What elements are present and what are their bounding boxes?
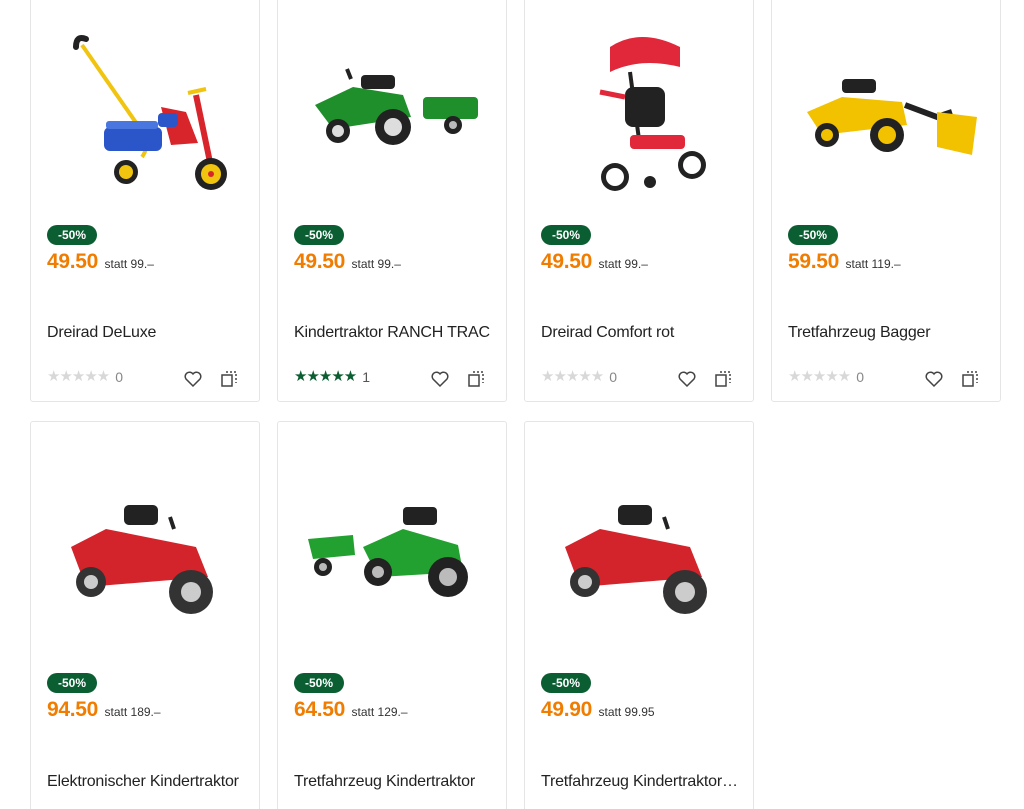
discount-badge: -50% <box>788 225 839 245</box>
product-image[interactable] <box>525 0 753 219</box>
rating-count: 1 <box>362 369 371 385</box>
old-price: statt 99.– <box>104 257 154 271</box>
product-image[interactable] <box>31 0 259 219</box>
discount-badge: -50% <box>541 673 592 693</box>
discount-badge: -50% <box>47 225 98 245</box>
old-price: statt 99.– <box>598 257 648 271</box>
product-card[interactable]: -50% 49.50 statt 99.– Dreirad DeLuxe ★★★… <box>30 0 260 402</box>
heart-icon[interactable] <box>183 369 203 389</box>
product-grid: -50% 49.50 statt 99.– Dreirad DeLuxe ★★★… <box>30 0 1002 809</box>
heart-icon[interactable] <box>677 369 697 389</box>
old-price: statt 129.– <box>351 705 408 719</box>
rating-count: 0 <box>115 369 124 385</box>
old-price: statt 189.– <box>104 705 161 719</box>
product-card[interactable]: -50% 94.50 statt 189.– Elektronischer Ki… <box>30 421 260 809</box>
product-card[interactable]: -50% 49.50 statt 99.– Dreirad Comfort ro… <box>524 0 754 402</box>
tractor-image <box>565 505 707 614</box>
product-title[interactable]: Tretfahrzeug Bagger <box>788 324 988 342</box>
rating[interactable]: ★★★★★ 0 <box>47 368 124 386</box>
product-card[interactable]: -50% 64.50 statt 129.– Tretfahrzeug Kind… <box>277 421 507 809</box>
product-card[interactable]: -50% 49.90 statt 99.95 Tretfahrzeug Kind… <box>524 421 754 809</box>
product-card[interactable]: -50% 49.50 statt 99.– Kindertraktor RANC… <box>277 0 507 402</box>
discount-badge: -50% <box>294 225 345 245</box>
product-image[interactable] <box>525 422 753 669</box>
discount-badge: -50% <box>541 225 592 245</box>
product-title[interactable]: Tretfahrzeug Kindertraktor rot <box>541 773 741 791</box>
price-line: 49.90 statt 99.95 <box>541 698 655 722</box>
compare-icon[interactable] <box>466 369 486 389</box>
product-image[interactable] <box>278 422 506 669</box>
star-icon: ★★★★★ <box>47 368 110 385</box>
price: 49.50 <box>294 250 346 273</box>
product-title[interactable]: Elektronischer Kindertraktor <box>47 773 247 791</box>
price-line: 49.50 statt 99.– <box>294 250 401 274</box>
tricycle-image <box>73 35 227 190</box>
price-line: 49.50 statt 99.– <box>47 250 154 274</box>
old-price: statt 99.– <box>351 257 401 271</box>
price: 49.50 <box>541 250 593 273</box>
product-image[interactable] <box>278 0 506 219</box>
price: 49.50 <box>47 250 99 273</box>
rating[interactable]: ★★★★★ 0 <box>541 368 618 386</box>
product-title[interactable]: Dreirad Comfort rot <box>541 324 741 342</box>
star-icon: ★★★★★ <box>294 368 357 385</box>
tractor-image <box>315 68 478 145</box>
rating-count: 0 <box>609 369 618 385</box>
compare-icon[interactable] <box>960 369 980 389</box>
price-line: 49.50 statt 99.– <box>541 250 648 274</box>
price-line: 94.50 statt 189.– <box>47 698 161 722</box>
product-title[interactable]: Kindertraktor RANCH TRAC <box>294 324 494 342</box>
star-icon: ★★★★★ <box>541 368 604 385</box>
discount-badge: -50% <box>47 673 98 693</box>
tricycle-image <box>599 37 706 191</box>
rating[interactable]: ★★★★★ 1 <box>294 368 371 386</box>
price: 94.50 <box>47 698 99 721</box>
compare-icon[interactable] <box>219 369 239 389</box>
discount-badge: -50% <box>294 673 345 693</box>
tractor-image <box>308 507 468 597</box>
price-line: 64.50 statt 129.– <box>294 698 408 722</box>
price: 64.50 <box>294 698 346 721</box>
star-icon: ★★★★★ <box>788 368 851 385</box>
old-price: statt 119.– <box>845 257 901 271</box>
excavator-image <box>807 79 977 155</box>
compare-icon[interactable] <box>713 369 733 389</box>
tractor-image <box>71 505 213 614</box>
product-image[interactable] <box>772 0 1000 219</box>
product-card[interactable]: -50% 59.50 statt 119.– Tretfahrzeug Bagg… <box>771 0 1001 402</box>
heart-icon[interactable] <box>430 369 450 389</box>
heart-icon[interactable] <box>924 369 944 389</box>
price-line: 59.50 statt 119.– <box>788 250 901 274</box>
rating-count: 0 <box>856 369 865 385</box>
price: 59.50 <box>788 250 840 273</box>
old-price: statt 99.95 <box>598 705 655 719</box>
product-title[interactable]: Tretfahrzeug Kindertraktor <box>294 773 494 791</box>
rating[interactable]: ★★★★★ 0 <box>788 368 865 386</box>
price: 49.90 <box>541 698 593 721</box>
product-title[interactable]: Dreirad DeLuxe <box>47 324 247 342</box>
product-image[interactable] <box>31 422 259 669</box>
